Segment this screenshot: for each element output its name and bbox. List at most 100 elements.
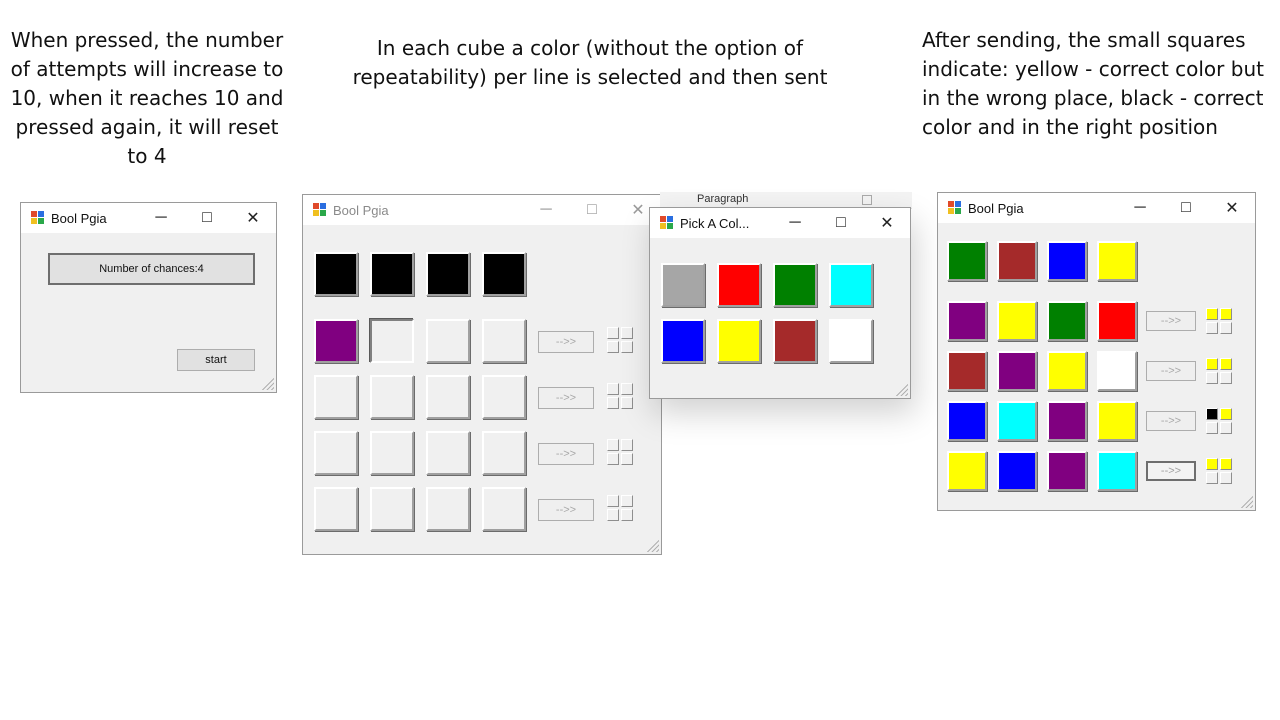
game-window: Bool Pgia ─ □ ✕ -->> -->> -->> -->> (302, 194, 662, 555)
maximize-icon[interactable]: □ (818, 208, 864, 238)
guess-cell[interactable] (997, 451, 1037, 491)
close-icon[interactable]: ✕ (230, 203, 276, 233)
guess-cell[interactable] (1047, 301, 1087, 341)
color-option-brown[interactable] (773, 319, 817, 363)
close-icon[interactable]: ✕ (864, 208, 910, 238)
guess-cell[interactable] (947, 351, 987, 391)
close-icon[interactable]: ✕ (1209, 193, 1255, 223)
guess-cell[interactable] (947, 301, 987, 341)
guess-cell[interactable] (482, 487, 526, 531)
dialog-launcher-icon: x (862, 195, 872, 205)
guess-cell[interactable] (426, 319, 470, 363)
maximize-icon[interactable]: □ (184, 203, 230, 233)
guess-cell[interactable] (1097, 351, 1137, 391)
guess-cell[interactable] (1097, 301, 1137, 341)
guess-cell[interactable] (370, 431, 414, 475)
window-title: Pick A Col... (680, 215, 750, 231)
feedback-peg (1220, 422, 1232, 434)
feedback-peg (1206, 358, 1218, 370)
secret-cell (997, 241, 1037, 281)
app-icon (313, 203, 327, 217)
secret-cell (482, 252, 526, 296)
resize-grip[interactable] (896, 384, 908, 396)
guess-cell[interactable] (947, 451, 987, 491)
feedback-peg (607, 341, 619, 353)
start-window: Bool Pgia ─ □ ✕ Number of chances:4 star… (20, 202, 277, 393)
secret-cell (947, 241, 987, 281)
feedback-peg (1206, 308, 1218, 320)
feedback-peg (1220, 358, 1232, 370)
feedback-pegs (1204, 306, 1234, 336)
feedback-peg (1220, 308, 1232, 320)
color-option-green[interactable] (773, 263, 817, 307)
send-button[interactable]: -->> (1146, 461, 1196, 481)
guess-cell[interactable] (482, 431, 526, 475)
guess-cell[interactable] (1097, 451, 1137, 491)
send-button[interactable]: -->> (538, 499, 594, 521)
guess-cell[interactable] (482, 319, 526, 363)
color-option-red[interactable] (717, 263, 761, 307)
feedback-peg (607, 439, 619, 451)
ribbon-label: Paragraph (697, 193, 749, 205)
maximize-icon[interactable]: □ (569, 195, 615, 225)
guess-cell[interactable] (314, 375, 358, 419)
guess-cell[interactable] (1047, 351, 1087, 391)
secret-cell (314, 252, 358, 296)
chances-button[interactable]: Number of chances:4 (48, 253, 255, 285)
feedback-pegs (1204, 406, 1234, 436)
guess-cell[interactable] (482, 375, 526, 419)
minimize-icon[interactable]: ─ (138, 203, 184, 233)
minimize-icon[interactable]: ─ (1117, 193, 1163, 223)
feedback-peg (607, 495, 619, 507)
color-option-blue[interactable] (661, 319, 705, 363)
send-button[interactable]: -->> (538, 331, 594, 353)
app-icon (31, 211, 45, 225)
guess-cell[interactable] (1097, 401, 1137, 441)
guess-cell[interactable] (314, 319, 358, 363)
color-option-yellow[interactable] (717, 319, 761, 363)
start-button[interactable]: start (177, 349, 255, 371)
feedback-peg (1206, 322, 1218, 334)
resize-grip[interactable] (262, 378, 274, 390)
feedback-peg (607, 509, 619, 521)
color-picker-window: Pick A Col... ─ □ ✕ (649, 207, 911, 399)
color-option-cyan[interactable] (829, 263, 873, 307)
maximize-icon[interactable]: □ (1163, 193, 1209, 223)
guess-cell[interactable] (314, 431, 358, 475)
send-button[interactable]: -->> (538, 387, 594, 409)
resize-grip[interactable] (647, 540, 659, 552)
feedback-pegs (1204, 456, 1234, 486)
guess-cell[interactable] (997, 351, 1037, 391)
color-option-white[interactable] (829, 319, 873, 363)
minimize-icon[interactable]: ─ (523, 195, 569, 225)
feedback-peg (621, 397, 633, 409)
guess-cell[interactable] (426, 487, 470, 531)
guess-cell[interactable] (947, 401, 987, 441)
feedback-pegs (605, 437, 635, 467)
guess-cell[interactable] (997, 401, 1037, 441)
minimize-icon[interactable]: ─ (772, 208, 818, 238)
send-button[interactable]: -->> (1146, 311, 1196, 331)
caption-selection: In each cube a color (without the option… (352, 36, 828, 89)
send-button[interactable]: -->> (538, 443, 594, 465)
feedback-pegs (605, 325, 635, 355)
feedback-peg (621, 383, 633, 395)
resize-grip[interactable] (1241, 496, 1253, 508)
feedback-peg (1206, 372, 1218, 384)
guess-cell[interactable] (370, 319, 414, 363)
guess-cell[interactable] (1047, 401, 1087, 441)
guess-cell[interactable] (426, 375, 470, 419)
color-option-gray[interactable] (661, 263, 705, 307)
feedback-peg (607, 327, 619, 339)
guess-cell[interactable] (997, 301, 1037, 341)
guess-cell[interactable] (1047, 451, 1087, 491)
app-icon (948, 201, 962, 215)
send-button[interactable]: -->> (1146, 411, 1196, 431)
feedback-peg (607, 383, 619, 395)
guess-cell[interactable] (370, 487, 414, 531)
feedback-pegs (605, 381, 635, 411)
guess-cell[interactable] (314, 487, 358, 531)
send-button[interactable]: -->> (1146, 361, 1196, 381)
guess-cell[interactable] (426, 431, 470, 475)
guess-cell[interactable] (370, 375, 414, 419)
